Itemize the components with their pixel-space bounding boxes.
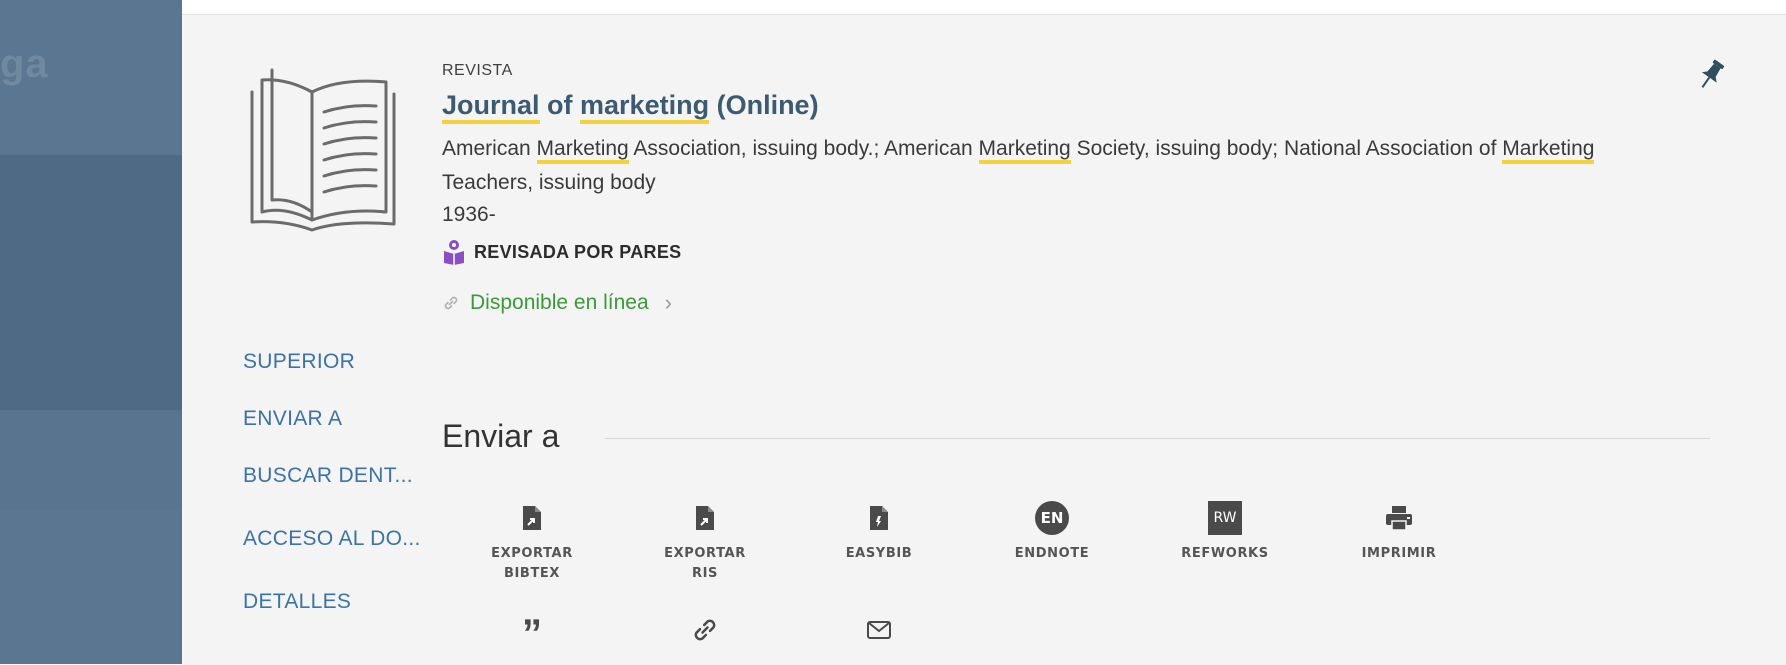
- easybib-button[interactable]: EASYBIB: [804, 498, 954, 564]
- authors-highlighted-term: Marketing: [978, 137, 1071, 164]
- permalink-button[interactable]: [630, 610, 780, 650]
- citation-button[interactable]: ”: [457, 610, 607, 656]
- link-icon: [444, 296, 458, 310]
- action-label: IMPRIMIR: [1361, 546, 1437, 561]
- record-title-link[interactable]: Journal of marketing (Online): [442, 90, 819, 124]
- record-authors: American Marketing Association, issuing …: [442, 132, 1602, 200]
- action-label: ENDNOTE: [1014, 546, 1090, 561]
- authors-text: Teachers, issuing body: [442, 171, 656, 194]
- peer-reviewed-label: REVISADA POR PARES: [474, 241, 682, 262]
- email-button[interactable]: [804, 610, 954, 650]
- link-icon: [630, 610, 780, 650]
- print-button[interactable]: IMPRIMIR: [1324, 498, 1474, 564]
- peer-reviewed-icon: [444, 240, 464, 265]
- availability-label: Disponible en línea: [470, 291, 649, 314]
- book-thumbnail-icon: [250, 68, 396, 232]
- nav-item-superior[interactable]: SUPERIOR: [243, 350, 355, 374]
- backdrop-ghost-text: ga: [0, 42, 49, 86]
- authors-text: Association, issuing body.; American: [628, 137, 979, 160]
- printer-icon: [1324, 498, 1474, 538]
- title-highlighted-term: Journal: [442, 90, 540, 124]
- action-label: EXPORTAR RIS: [664, 546, 746, 581]
- pin-icon[interactable]: [1697, 58, 1725, 92]
- export-bibtex-button[interactable]: EXPORTAR BIBTEX: [457, 498, 607, 584]
- file-export-icon: [457, 498, 607, 538]
- easybib-file-icon: [804, 498, 954, 538]
- nav-item-enviar-a[interactable]: ENVIAR A: [243, 407, 342, 431]
- endnote-icon: EN: [977, 498, 1127, 538]
- title-text: (Online): [709, 90, 819, 120]
- action-label: EXPORTAR BIBTEX: [491, 546, 573, 581]
- action-label: REFWORKS: [1181, 546, 1269, 561]
- authors-highlighted-term: Marketing: [1502, 137, 1595, 164]
- authors-highlighted-term: Marketing: [536, 137, 629, 164]
- action-label: EASYBIB: [845, 546, 913, 561]
- nav-item-buscar-dentro[interactable]: BUSCAR DENT...: [243, 464, 413, 488]
- title-highlighted-term: marketing: [580, 90, 710, 124]
- title-text: of: [539, 90, 581, 120]
- quote-icon: ”: [522, 612, 542, 656]
- backdrop-band: [0, 155, 182, 410]
- endnote-button[interactable]: EN ENDNOTE: [977, 498, 1127, 564]
- refworks-button[interactable]: RW REFWORKS: [1150, 498, 1300, 564]
- chevron-right-icon: ›: [664, 290, 672, 315]
- export-ris-button[interactable]: EXPORTAR RIS: [630, 498, 780, 584]
- full-record-panel: [182, 14, 1786, 665]
- backdrop-band: [0, 410, 182, 510]
- dimmed-backdrop: ga: [0, 0, 182, 664]
- peer-reviewed-badge: REVISADA POR PARES: [442, 238, 681, 266]
- record-type: REVISTA: [442, 62, 513, 79]
- nav-item-detalles[interactable]: DETALLES: [243, 590, 351, 614]
- record-year: 1936-: [442, 203, 496, 226]
- authors-text: Society, issuing body; National Associat…: [1070, 137, 1503, 160]
- refworks-icon: RW: [1150, 498, 1300, 538]
- authors-text: American: [442, 137, 537, 160]
- file-export-icon: [630, 498, 780, 538]
- send-to-heading: Enviar a: [442, 418, 560, 454]
- availability-link[interactable]: Disponible en línea ›: [442, 290, 672, 316]
- section-divider: [605, 438, 1710, 439]
- email-icon: [804, 610, 954, 650]
- nav-item-acceso-al-documento[interactable]: ACCESO AL DO...: [243, 527, 421, 551]
